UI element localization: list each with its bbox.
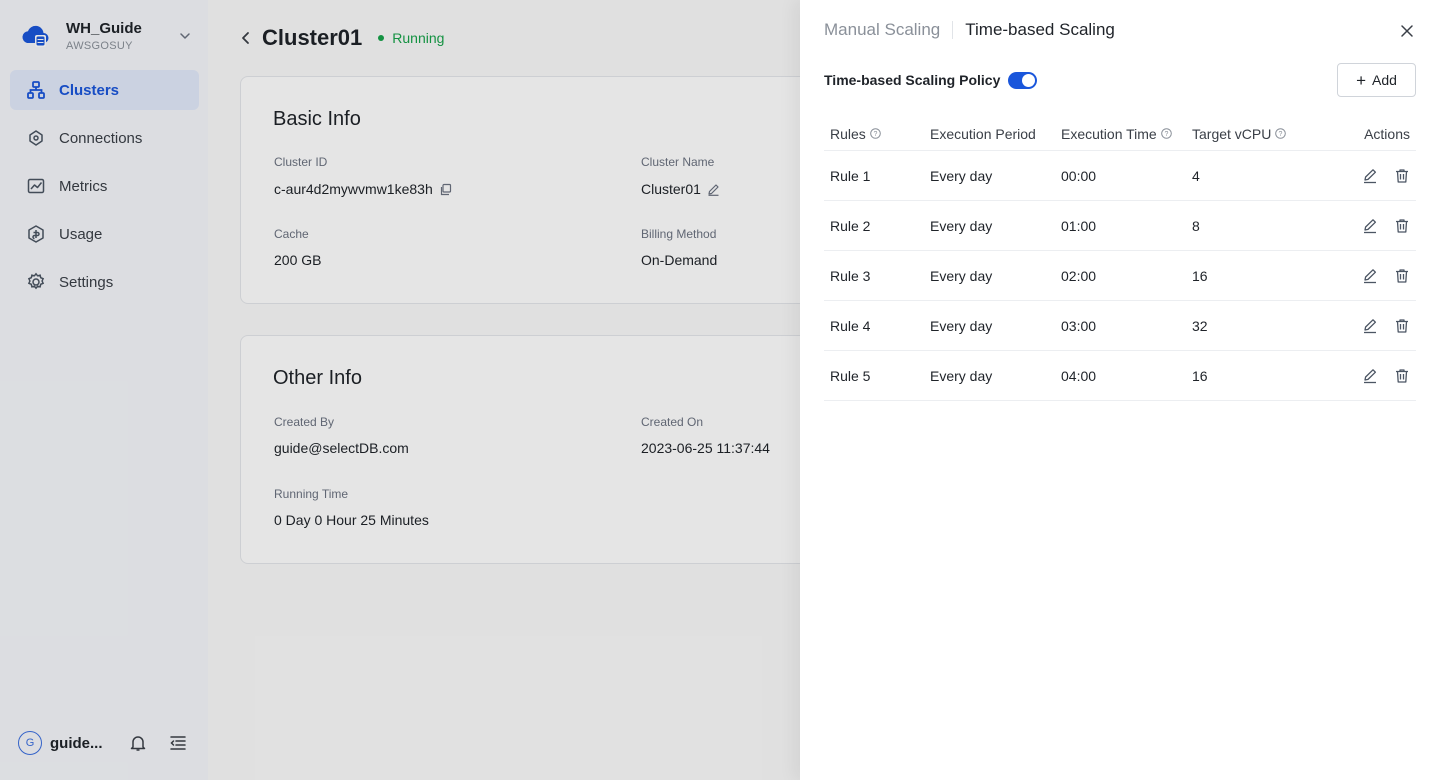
rule-name: Rule 2 [830, 217, 871, 234]
close-icon[interactable] [1400, 24, 1414, 38]
col-rules: Rules ? [824, 126, 930, 142]
rule-name: Rule 3 [830, 267, 871, 284]
rules-table: Rules ? Execution Period Execution Time … [824, 117, 1416, 401]
svg-text:?: ? [873, 131, 877, 138]
execution-time: 02:00 [1061, 267, 1097, 284]
target-vcpu: 4 [1192, 167, 1200, 184]
policy-toggle[interactable] [1008, 71, 1038, 89]
policy-row: Time-based Scaling Policy [824, 70, 1038, 90]
help-icon[interactable]: ? [1160, 128, 1172, 139]
tab-manual-scaling[interactable]: Manual Scaling [824, 20, 940, 40]
trash-icon[interactable] [1394, 318, 1410, 334]
edit-icon[interactable] [1362, 318, 1378, 334]
execution-time: 01:00 [1061, 217, 1097, 234]
tab-divider [952, 21, 954, 39]
scaling-drawer: Manual Scaling Time-based Scaling Time-b… [800, 0, 1440, 780]
modal-mask[interactable] [0, 0, 800, 780]
rule-name: Rule 5 [830, 367, 871, 384]
edit-icon[interactable] [1362, 168, 1378, 184]
execution-period: Every day [930, 167, 993, 184]
edit-icon[interactable] [1362, 368, 1378, 384]
svg-text:?: ? [1279, 131, 1283, 138]
table-header: Rules ? Execution Period Execution Time … [824, 117, 1416, 151]
rule-name: Rule 1 [830, 167, 871, 184]
trash-icon[interactable] [1394, 218, 1410, 234]
edit-icon[interactable] [1362, 268, 1378, 284]
drawer-tabs: Manual Scaling Time-based Scaling [824, 19, 1115, 41]
row-actions [1322, 168, 1416, 184]
col-execution-time: Execution Time ? [1061, 126, 1192, 142]
plus-icon: + [1356, 70, 1366, 90]
tab-time-based-scaling[interactable]: Time-based Scaling [965, 20, 1115, 40]
execution-period: Every day [930, 267, 993, 284]
target-vcpu: 32 [1192, 317, 1208, 334]
svg-text:?: ? [1164, 131, 1168, 138]
target-vcpu: 16 [1192, 367, 1208, 384]
table-row: Rule 3 Every day 02:00 16 [824, 251, 1416, 301]
add-label: Add [1372, 72, 1397, 88]
table-row: Rule 5 Every day 04:00 16 [824, 351, 1416, 401]
help-icon[interactable]: ? [869, 128, 881, 139]
execution-period: Every day [930, 367, 993, 384]
execution-period: Every day [930, 317, 993, 334]
target-vcpu: 16 [1192, 267, 1208, 284]
help-icon[interactable]: ? [1275, 128, 1287, 139]
col-target-vcpu: Target vCPU ? [1192, 126, 1322, 142]
row-actions [1322, 368, 1416, 384]
col-execution-period: Execution Period [930, 125, 1036, 142]
table-row: Rule 2 Every day 01:00 8 [824, 201, 1416, 251]
table-row: Rule 4 Every day 03:00 32 [824, 301, 1416, 351]
trash-icon[interactable] [1394, 268, 1410, 284]
col-actions: Actions [1364, 125, 1410, 142]
row-actions [1322, 318, 1416, 334]
trash-icon[interactable] [1394, 168, 1410, 184]
table-row: Rule 1 Every day 00:00 4 [824, 151, 1416, 201]
execution-time: 04:00 [1061, 367, 1097, 384]
row-actions [1322, 268, 1416, 284]
execution-period: Every day [930, 217, 993, 234]
col-label: Target vCPU [1192, 125, 1272, 142]
add-rule-button[interactable]: + Add [1337, 63, 1416, 97]
col-label: Execution Time [1061, 125, 1157, 142]
edit-icon[interactable] [1362, 218, 1378, 234]
target-vcpu: 8 [1192, 217, 1200, 234]
execution-time: 00:00 [1061, 167, 1097, 184]
row-actions [1322, 218, 1416, 234]
policy-label: Time-based Scaling Policy [824, 72, 1001, 88]
trash-icon[interactable] [1394, 368, 1410, 384]
col-label: Rules [830, 125, 866, 142]
rule-name: Rule 4 [830, 317, 871, 334]
execution-time: 03:00 [1061, 317, 1097, 334]
